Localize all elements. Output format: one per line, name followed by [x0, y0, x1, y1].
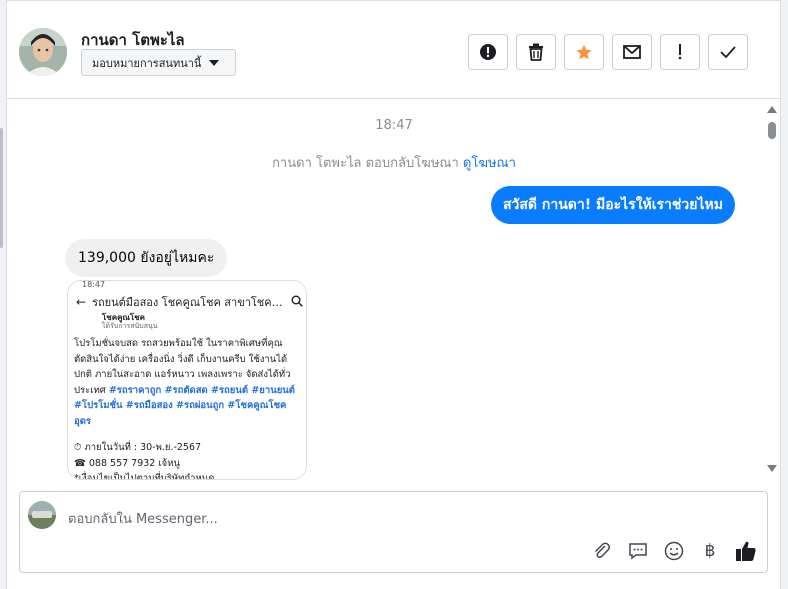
conversation-header: กานดา โตพะไล มอบหมายการสนทนานี้ [7, 0, 781, 99]
ad-topbar: ← รถยนต์มือสอง โชคคูณโชค สาขาโชคคูณโชค [68, 291, 306, 313]
phone-status-time: 18:47 [68, 281, 306, 291]
ad-body-line: ตัดสินใจได้ง่าย เครื่องนิ่ง วิ่งดี เก็บง… [74, 353, 288, 365]
ad-title: รถยนต์มือสอง โชคคูณโชค สาขาโชคคูณโชค [92, 296, 286, 309]
page-avatar [28, 501, 56, 529]
header-actions [468, 34, 748, 70]
baht-icon[interactable]: ฿ [699, 540, 721, 562]
ad-hashtags: อุดร [74, 415, 91, 427]
ad-hashtags: #โปรโมชั่น #รถมือสอง #รถผ่อนถูก #โชคคูณโ… [74, 400, 287, 411]
exclamation-icon [678, 44, 682, 60]
message-timestamp: 18:47 [375, 118, 413, 133]
star-icon [576, 44, 592, 60]
caret-down-icon [209, 59, 220, 66]
ad-hashtags: #รถราคาถูก #รถตัดสด #รถยนต์ #ยานยนต์ [108, 384, 295, 396]
reply-composer[interactable]: ตอบกลับใน Messenger... ฿ [19, 491, 768, 573]
like-icon[interactable] [735, 540, 757, 562]
outgoing-message[interactable]: สวัสดี กานดา! มีอะไรให้เราช่วยไหม [490, 186, 735, 224]
ad-valid-until: ⏱ ภายในวันที่ : 30-พ.ย.-2567 [74, 442, 202, 453]
contact-avatar[interactable] [19, 28, 67, 76]
clock-icon: ⏱ [74, 442, 82, 453]
attach-icon[interactable] [591, 540, 613, 562]
trash-icon [529, 43, 543, 61]
star-button[interactable] [564, 34, 604, 70]
ad-reply-text: กานดา โตพะไล ตอบกลับโฆษณา [272, 156, 459, 171]
incoming-message[interactable]: 139,000 ยังอยู่ไหมคะ [65, 239, 228, 277]
view-ad-link[interactable]: ดูโฆษณา [463, 156, 516, 171]
checkmark-icon [720, 46, 736, 58]
scroll-thumb[interactable] [768, 122, 776, 139]
ad-sponsored-label: ได้รับการสนับสนุน [102, 322, 158, 330]
mark-done-button[interactable] [708, 34, 748, 70]
ad-phone: ☎ 088 557 7932 เจ้หนู [74, 457, 180, 469]
mark-unread-button[interactable] [612, 34, 652, 70]
saved-replies-icon[interactable] [627, 540, 649, 562]
scroll-down-icon[interactable] [767, 465, 777, 472]
emoji-icon[interactable] [663, 540, 685, 562]
delete-button[interactable] [516, 34, 556, 70]
search-icon [286, 295, 306, 310]
envelope-icon [623, 45, 641, 59]
left-scroll-bar[interactable] [0, 128, 3, 248]
alert-circle-icon [480, 44, 496, 60]
composer-tools: ฿ [591, 540, 757, 562]
ad-condition: *เงื่อนไขเป็นไปตามที่บริษัทกำหนด [74, 473, 215, 480]
right-edge [780, 0, 788, 589]
ad-screenshot-attachment[interactable]: 18:47 ← รถยนต์มือสอง โชคคูณโชค สาขาโชคคู… [67, 280, 307, 480]
reply-input[interactable]: ตอบกลับใน Messenger... [68, 508, 218, 529]
ad-body-prefix: ประเทศ [74, 384, 106, 396]
conversation-panel: กานดา โตพะไล มอบหมายการสนทนานี้ 18:47 กา… [6, 0, 781, 589]
ad-body: โปรโมชั่นจบสด รถสวยพร้อมใช้ ในราคาพิเศษท… [74, 336, 306, 480]
thread-scrollbar[interactable] [767, 106, 777, 472]
message-thread[interactable]: 18:47 กานดา โตพะไล ตอบกลับโฆษณา ดูโฆษณา … [7, 100, 781, 480]
important-button[interactable] [660, 34, 700, 70]
ad-reply-note: กานดา โตพะไล ตอบกลับโฆษณา ดูโฆษณา [7, 152, 781, 173]
report-button[interactable] [468, 34, 508, 70]
back-arrow-icon: ← [76, 295, 87, 309]
assign-conversation-dropdown[interactable]: มอบหมายการสนทนานี้ [81, 49, 236, 76]
ad-body-line: ปกติ ภายในสะอาด แอร์หนาว เพลงเพราะ จัดส่… [74, 369, 291, 380]
ad-body-line: โปรโมชั่นจบสด รถสวยพร้อมใช้ ในราคาพิเศษท… [74, 338, 283, 349]
phone-icon: ☎ [74, 457, 86, 469]
scroll-up-icon[interactable] [767, 106, 777, 113]
assign-label: มอบหมายการสนทนานี้ [92, 56, 202, 70]
